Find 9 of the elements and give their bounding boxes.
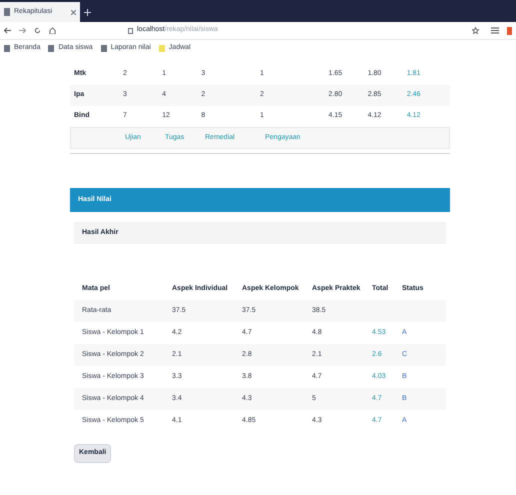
menu-icon[interactable]	[491, 27, 499, 34]
page-icon	[4, 8, 10, 16]
star-icon[interactable]	[472, 27, 479, 34]
reload-icon[interactable]	[34, 27, 41, 34]
close-icon[interactable]	[71, 10, 76, 14]
forward-icon[interactable]	[19, 27, 26, 34]
new-tab-icon[interactable]	[84, 9, 91, 16]
home-icon[interactable]	[49, 27, 56, 34]
back-icon[interactable]	[4, 27, 11, 34]
